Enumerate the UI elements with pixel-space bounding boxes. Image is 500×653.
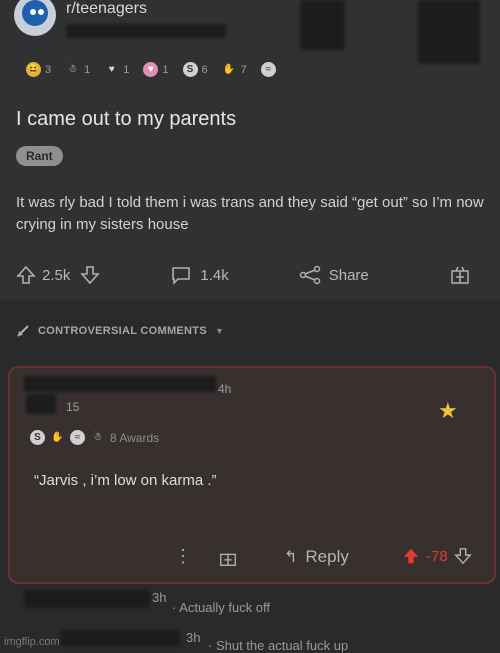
reply-text: · Actually fuck off <box>172 600 271 615</box>
watermark: imgflip.com <box>4 636 60 648</box>
redacted-username <box>66 24 226 38</box>
upvote-icon[interactable] <box>402 547 420 565</box>
upvote-count: 2.5k <box>42 266 71 284</box>
post-flair[interactable]: Rant <box>16 146 63 166</box>
award-count: 7 <box>240 63 247 76</box>
share-icon[interactable] <box>299 265 321 285</box>
award-gift-icon[interactable] <box>218 548 238 568</box>
comment-awards[interactable]: S ✋ ≈ ☃ 8 Awards <box>30 430 159 445</box>
redacted-username <box>24 590 150 608</box>
mascot-award-icon: ☃ <box>68 64 78 75</box>
award-count: 3 <box>45 63 52 76</box>
more-options-icon[interactable]: ⋮ <box>174 546 192 567</box>
subreddit-name[interactable]: r/teenagers <box>66 0 147 18</box>
comment-time: 4h <box>218 382 232 396</box>
comment-icon[interactable] <box>170 265 192 285</box>
mascot-award-icon: ☃ <box>93 432 102 443</box>
vote-count: -78 <box>426 547 448 565</box>
chevron-down-icon: ▼ <box>214 326 225 336</box>
reply-time: 3h <box>152 590 167 605</box>
upvote-icon[interactable] <box>16 265 36 285</box>
award-count: 1 <box>84 63 91 76</box>
post-actions: 2.5k 1.4k Share <box>16 264 471 286</box>
heart-award-icon: ♥ <box>143 62 159 77</box>
hands-award-icon: ✋ <box>51 432 64 443</box>
star-award-icon: ★ <box>438 398 458 423</box>
comment-vote: -78 <box>402 547 472 565</box>
comment-count[interactable]: 1.4k <box>200 267 228 284</box>
post-body: It was rly bad I told them i was trans a… <box>16 194 484 233</box>
comment-actions: ⋮ ↰ Reply -78 <box>10 544 498 574</box>
redacted-avatar <box>26 394 56 414</box>
reply-text: · Shut the actual fuck up <box>208 638 349 653</box>
heart-eyes-award-icon: ♥ <box>108 64 115 75</box>
reply-label: Reply <box>305 547 349 566</box>
award-count: 1 <box>123 63 130 76</box>
reply-arrow-icon: ↰ <box>284 549 298 566</box>
awards-count-label: 8 Awards <box>110 430 160 445</box>
redacted-username <box>24 376 216 392</box>
comment-score: 15 <box>66 400 80 414</box>
reply-time: 3h <box>186 630 201 645</box>
wave-award-icon: ≈ <box>260 62 276 77</box>
redacted-block <box>300 0 345 50</box>
post-title[interactable]: I came out to my parents <box>16 108 236 131</box>
share-label[interactable]: Share <box>329 267 369 284</box>
silver-award-icon: S <box>30 430 45 445</box>
laughing-emoji-icon: 😆 <box>26 62 41 77</box>
wave-award-icon: ≈ <box>70 430 85 445</box>
award-gift-icon[interactable] <box>449 264 471 286</box>
controversial-sword-icon <box>16 324 30 338</box>
post-card: r/teenagers 😆 3 ☃ 1 ♥ 1 ♥ 1 S 6 ✋ 7 ≈ I … <box>0 0 500 300</box>
award-count: 6 <box>201 63 208 76</box>
downvote-icon[interactable] <box>453 547 472 565</box>
post-awards[interactable]: 😆 3 ☃ 1 ♥ 1 ♥ 1 S 6 ✋ 7 ≈ <box>26 62 276 77</box>
silver-award-icon: S <box>182 62 198 77</box>
redacted-username <box>60 630 180 646</box>
sort-label: CONTROVERSIAL COMMENTS <box>38 325 207 337</box>
snoo-eye-right <box>38 9 44 15</box>
subreddit-avatar[interactable] <box>14 0 56 36</box>
award-count: 1 <box>162 63 169 76</box>
comment-text: “Jarvis , i’m low on karma .” <box>34 472 217 489</box>
snoo-eye-left <box>30 9 36 15</box>
highlighted-comment: 4h 15 ★ S ✋ ≈ ☃ 8 Awards “Jarvis , i’m l… <box>8 366 496 584</box>
redacted-block <box>418 0 480 64</box>
comment-sort-dropdown[interactable]: CONTROVERSIAL COMMENTS ▼ <box>16 324 224 338</box>
hands-award-icon: ✋ <box>222 64 236 75</box>
downvote-icon[interactable] <box>80 265 101 285</box>
reply-button[interactable]: ↰ Reply <box>284 547 349 567</box>
